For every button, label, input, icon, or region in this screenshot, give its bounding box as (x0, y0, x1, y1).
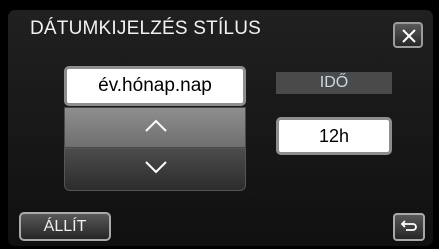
page-title: DÁTUMKIJELZÉS STÍLUS (30, 18, 261, 39)
close-icon (402, 29, 416, 43)
time-label: IDŐ (276, 72, 392, 94)
chevron-down-icon (145, 161, 167, 174)
date-format-field[interactable]: év.hónap.nap (64, 66, 246, 106)
hour-format-field[interactable]: 12h (276, 117, 392, 155)
close-button[interactable] (393, 22, 423, 48)
back-button[interactable] (393, 213, 425, 241)
return-icon (400, 220, 417, 231)
set-button[interactable]: ÁLLÍT (19, 212, 111, 241)
up-button[interactable] (64, 107, 246, 148)
down-button[interactable] (64, 148, 246, 191)
chevron-up-icon (145, 119, 167, 132)
